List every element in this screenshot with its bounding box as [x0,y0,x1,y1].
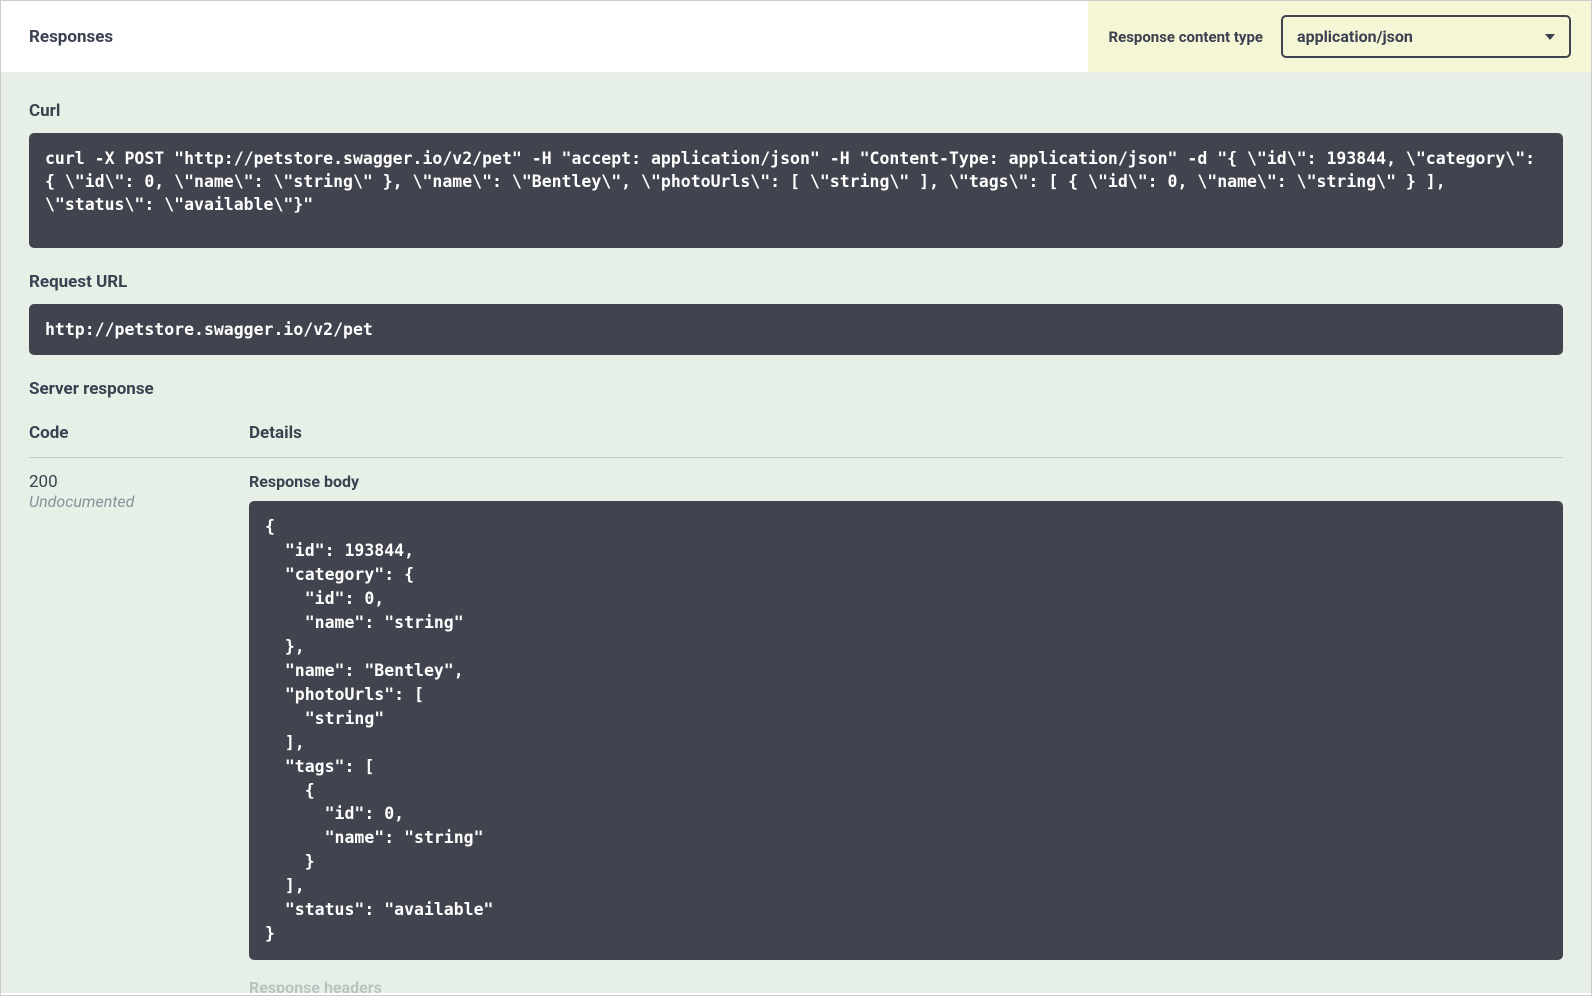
content-type-label: Response content type [1108,28,1263,46]
server-response-heading: Server response [29,379,1563,399]
request-url-value: http://petstore.swagger.io/v2/pet [29,304,1563,355]
col-code: Code [29,423,249,443]
response-body-heading: Response body [249,472,1563,491]
response-headers-heading: Response headers [249,978,1563,993]
curl-command: curl -X POST "http://petstore.swagger.io… [29,133,1563,248]
response-body: { "id": 193844, "category": { "id": 0, "… [249,501,1563,960]
responses-heading: Responses [29,27,113,47]
curl-heading: Curl [29,101,1563,121]
content-type-select[interactable]: application/json [1281,15,1571,58]
col-details: Details [249,423,1563,443]
undocumented-label: Undocumented [29,492,249,511]
content-type-value: application/json [1297,27,1413,46]
response-table-header: Code Details [29,423,1563,458]
content-type-panel: Response content type application/json [1088,1,1591,72]
chevron-down-icon [1545,34,1555,40]
response-row: 200 Undocumented Response body { "id": 1… [29,472,1563,993]
status-code: 200 [29,472,249,492]
request-url-heading: Request URL [29,272,1563,292]
